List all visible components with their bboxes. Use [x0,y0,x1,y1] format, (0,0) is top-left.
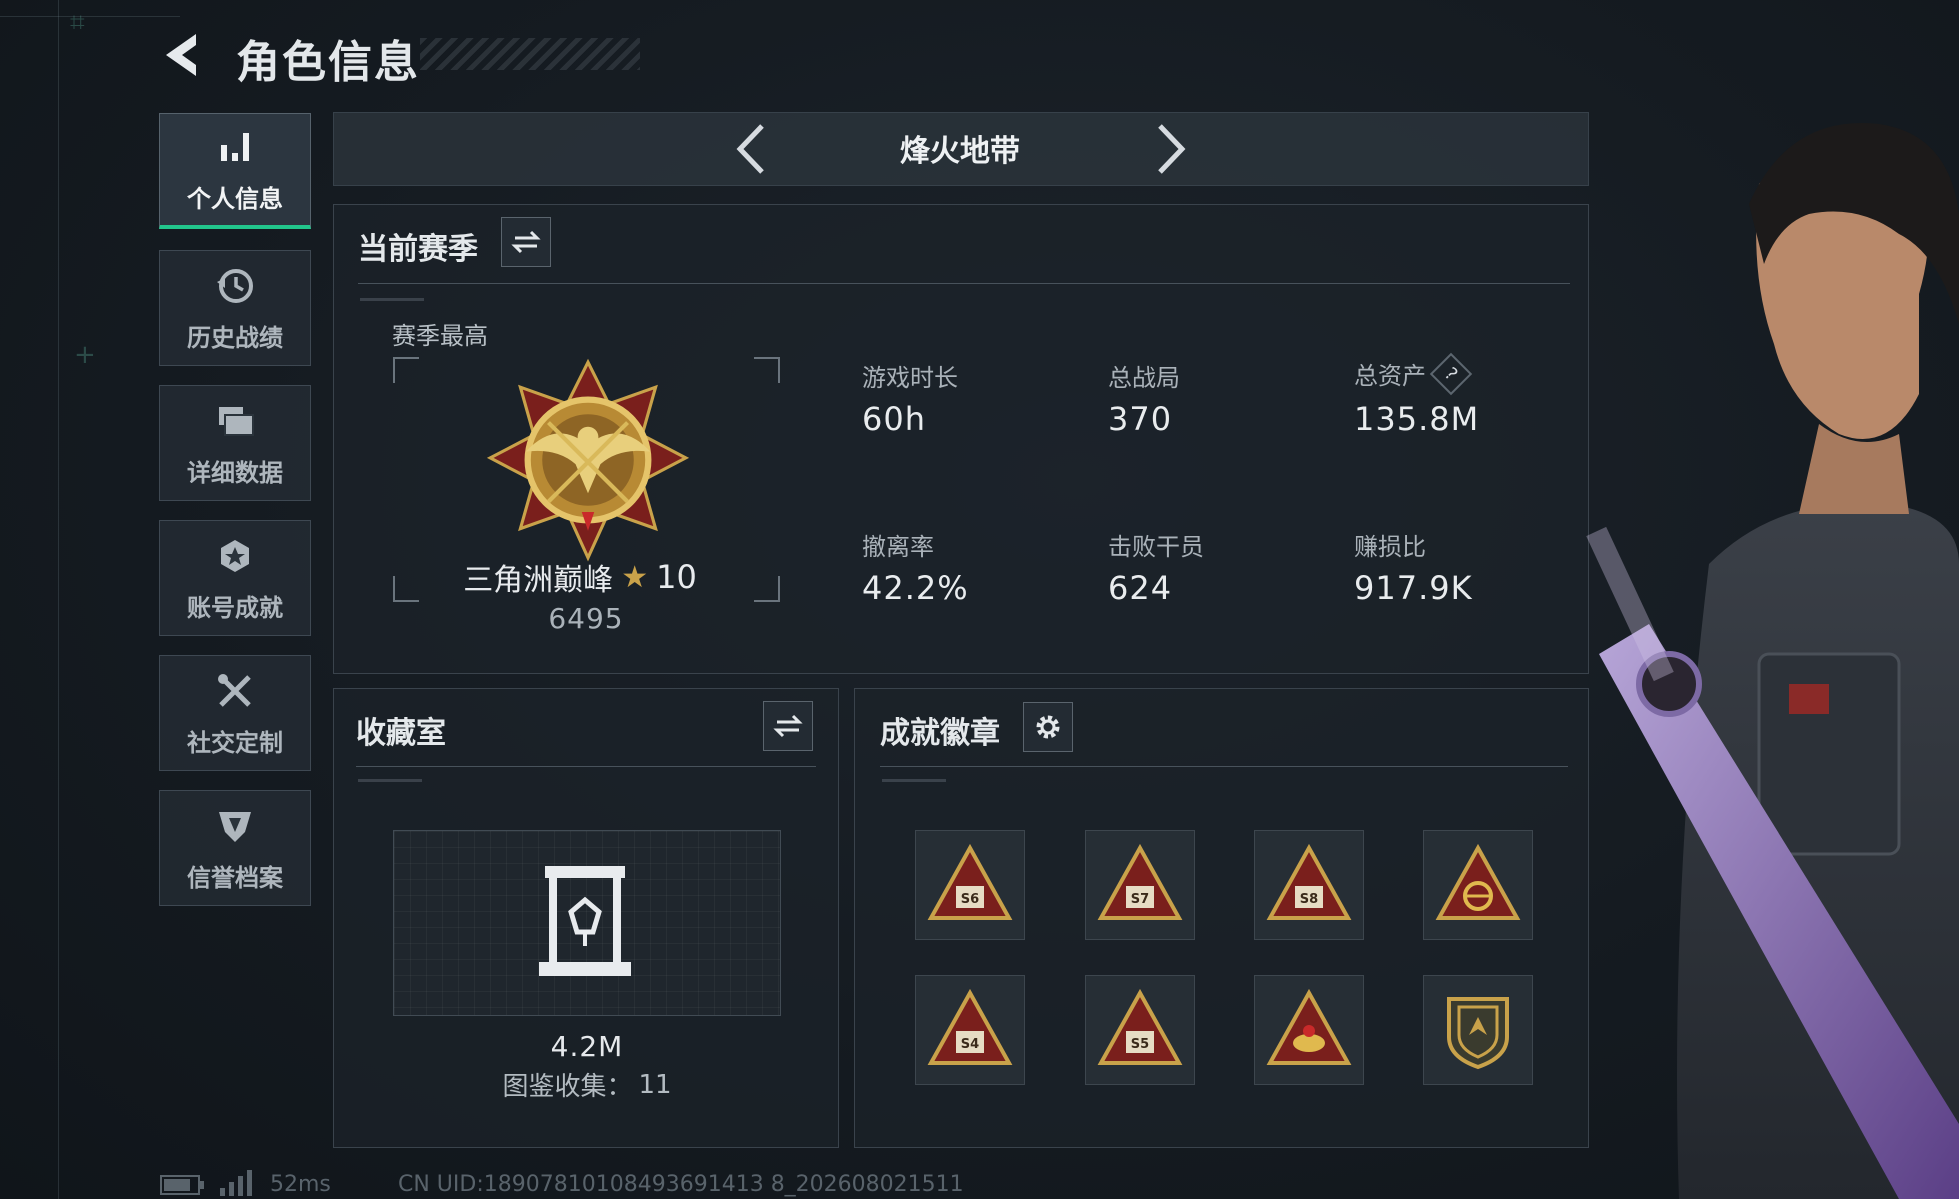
rank-stars: 10 [656,558,697,596]
stat-value-playtime: 60h [862,400,926,438]
signal-icon [220,1170,252,1196]
badge-label: S5 [1131,1037,1149,1052]
achievements-panel-title: 成就徽章 [880,716,1000,751]
divider-accent [358,779,422,782]
season-badge-icon: S6 [927,843,1013,920]
frame-corner [393,357,419,383]
chevron-right-icon[interactable] [1148,118,1192,180]
rank-score: 6495 [548,602,624,635]
sidebar-item-detailed-data[interactable]: 详细数据 [159,385,311,501]
season-badge-icon: S4 [927,988,1013,1065]
tools-icon [218,673,251,707]
catalog-label: 图鉴收集： [502,1072,633,1102]
back-arrow-icon[interactable] [158,30,208,80]
sidebar-item-personal-info[interactable]: 个人信息 [159,113,311,229]
operator-character-image [1586,123,1959,1199]
stat-value-kills: 624 [1108,569,1173,607]
decorative-line [58,0,59,1199]
achievement-badge[interactable]: S7 [1085,830,1195,940]
folder-stack-icon [219,406,254,436]
decorative-cross: ⌗ [70,8,85,38]
stat-label-total-assets: 总资产 [1354,362,1426,390]
catalog-row: 图鉴收集： 11 [393,1066,781,1103]
badge-label: S6 [961,892,979,907]
sidebar-item-social[interactable]: 社交定制 [159,655,311,771]
page-title: 角色信息 [236,37,420,88]
display-case-icon [539,866,631,976]
rank-name: 三角洲巅峰 [463,563,614,598]
stat-label-kills: 击败干员 [1108,533,1204,561]
sidebar-item-history[interactable]: 历史战绩 [159,250,311,366]
decorative-line [0,16,180,17]
divider [358,283,1570,284]
achievement-badge[interactable] [1423,830,1533,940]
swap-arrows-icon [511,230,541,254]
achievement-badge[interactable]: S8 [1254,830,1364,940]
season-panel-title: 当前赛季 [358,232,478,267]
emblem-badge-icon [1266,988,1352,1065]
ping-text: 52ms [270,1172,331,1197]
frame-corner [754,357,780,383]
badge-label: S7 [1131,892,1149,907]
chevron-left-icon[interactable] [730,118,774,180]
season-best-label: 赛季最高 [392,322,488,350]
help-icon[interactable]: ? [1429,352,1473,395]
gear-icon [1036,715,1060,739]
stat-label-playtime: 游戏时长 [862,364,958,392]
battery-icon [160,1175,204,1195]
badge-label: S8 [1300,892,1318,907]
collection-switch-button[interactable] [763,701,813,751]
stat-label-profit-ratio: 赚损比 [1354,533,1426,561]
stat-value-extraction-rate: 42.2% [862,569,969,607]
collection-value: 4.2M [550,1030,624,1063]
emblem-badge-icon [1435,843,1521,920]
shield-badge-icon [1447,997,1509,1070]
bar-chart-icon [221,133,249,161]
sidebar-item-label: 个人信息 [187,185,283,213]
divider-accent [360,298,424,301]
badge-label: S4 [961,1037,979,1052]
achievement-badge[interactable]: S4 [915,975,1025,1085]
uid-text: CN UID:18907810108493691413 8_2026080215… [398,1172,964,1197]
decorative-cross: + [74,340,96,370]
reputation-shield-icon [219,811,251,842]
stat-label-total-matches: 总战局 [1108,364,1180,392]
season-badge-icon: S8 [1266,843,1352,920]
sidebar-item-label: 社交定制 [187,728,283,757]
stat-total-assets-label-row: 总资产 ? [1354,352,1473,395]
season-switch-button[interactable] [501,217,551,267]
stat-label-extraction-rate: 撤离率 [862,533,934,561]
season-badge-icon: S7 [1097,843,1183,920]
divider [356,766,816,767]
stat-value-total-assets: 135.8M [1354,400,1480,438]
season-badge-icon: S5 [1097,988,1183,1065]
collection-panel-title: 收藏室 [356,716,446,751]
rank-star-icon: ★ [621,559,649,595]
achievement-star-icon [221,539,249,572]
sidebar-item-label: 账号成就 [187,593,283,622]
sidebar-item-label: 信誉档案 [187,863,283,892]
divider-accent [882,779,946,782]
achievement-badge[interactable]: S6 [915,830,1025,940]
rank-emblem-icon [486,358,690,562]
sidebar-item-reputation[interactable]: 信誉档案 [159,790,311,906]
sidebar-item-label: 历史战绩 [187,323,283,352]
achievement-badge[interactable] [1254,975,1364,1085]
catalog-count: 11 [638,1069,672,1100]
mode-title: 烽火地带 [900,134,1020,169]
title-decoration [420,38,640,70]
stat-value-profit-ratio: 917.9K [1354,569,1473,607]
achievement-badge[interactable]: S5 [1085,975,1195,1085]
sidebar-item-label: 详细数据 [187,458,283,487]
divider [880,766,1568,767]
history-clock-icon [217,268,253,303]
rank-row: 三角洲巅峰 ★ 10 [400,555,760,599]
achievements-settings-button[interactable] [1023,702,1073,752]
stat-value-total-matches: 370 [1108,400,1173,438]
sidebar-item-achievements[interactable]: 账号成就 [159,520,311,636]
achievement-badge[interactable] [1423,975,1533,1085]
swap-arrows-icon [773,714,803,738]
